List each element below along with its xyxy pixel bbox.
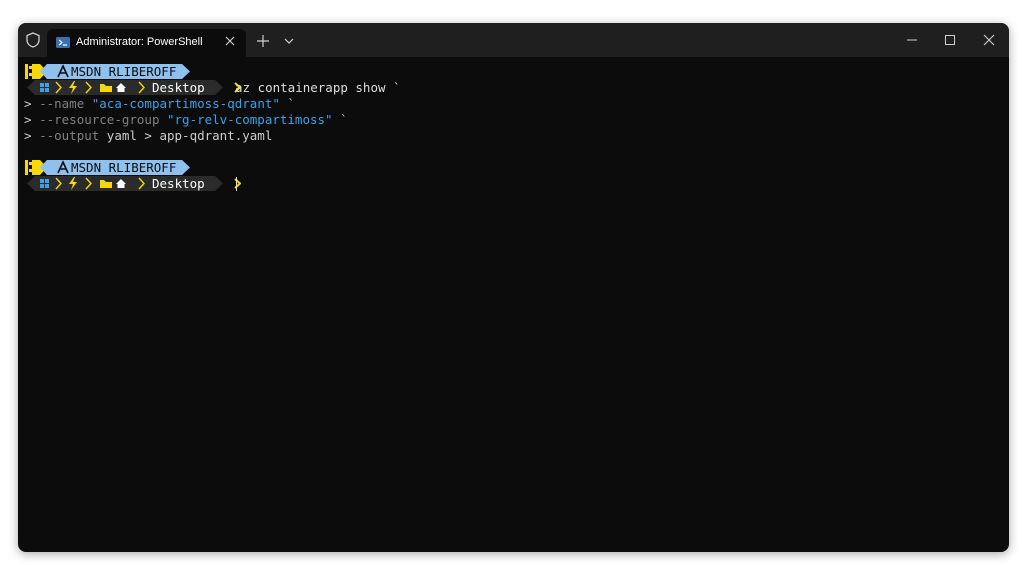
parameter-value: "rg-relv-compartimoss" xyxy=(167,112,333,127)
minimize-icon[interactable] xyxy=(904,32,920,48)
powershell-icon xyxy=(56,37,70,48)
parameter-name: --output xyxy=(39,128,107,143)
prompt-account: MSDN RLIBEROFF xyxy=(71,160,177,175)
close-window-icon[interactable] xyxy=(981,32,997,48)
maximize-icon[interactable] xyxy=(942,32,958,48)
command-text: az containerapp show ` xyxy=(235,80,401,95)
prompt-path-segment xyxy=(27,80,241,95)
parameter-name: --name xyxy=(39,96,92,111)
prompt-account: MSDN RLIBEROFF xyxy=(71,64,177,79)
line-continuation: ` xyxy=(279,96,295,111)
prompt-path-segment xyxy=(27,176,241,191)
parameter-value: "aca-compartimoss-qdrant" xyxy=(91,96,280,111)
tab-administrator-powershell[interactable]: Administrator: PowerShell xyxy=(47,29,246,57)
prompt-folder: Desktop xyxy=(152,80,205,95)
parameter-name: --resource-group xyxy=(39,112,167,127)
prompt-folder: Desktop xyxy=(152,176,205,191)
continuation-prompt: > xyxy=(24,96,40,111)
terminal-window: Administrator: PowerShell MSDN RLIBEROFF… xyxy=(18,23,1009,552)
close-tab-icon[interactable] xyxy=(223,34,237,48)
tab-title: Administrator: PowerShell xyxy=(76,36,203,48)
continuation-prompt: > xyxy=(24,128,40,143)
parameter-value: yaml > app-qdrant.yaml xyxy=(106,128,273,143)
shield-icon[interactable] xyxy=(24,31,42,49)
text-cursor[interactable] xyxy=(236,177,237,191)
continuation-line: > --resource-group "rg-relv-compartimoss… xyxy=(24,112,348,128)
title-bar: Administrator: PowerShell xyxy=(18,23,1009,57)
continuation-line: > --output yaml > app-qdrant.yaml xyxy=(24,128,272,144)
continuation-prompt: > xyxy=(24,112,40,127)
plus-icon[interactable] xyxy=(256,34,270,48)
terminal-content[interactable]: MSDN RLIBEROFF Desktop az containerapp s… xyxy=(18,57,1009,552)
line-continuation: ` xyxy=(332,112,348,127)
chevron-down-icon[interactable] xyxy=(283,36,295,46)
continuation-line: > --name "aca-compartimoss-qdrant" ` xyxy=(24,96,295,112)
